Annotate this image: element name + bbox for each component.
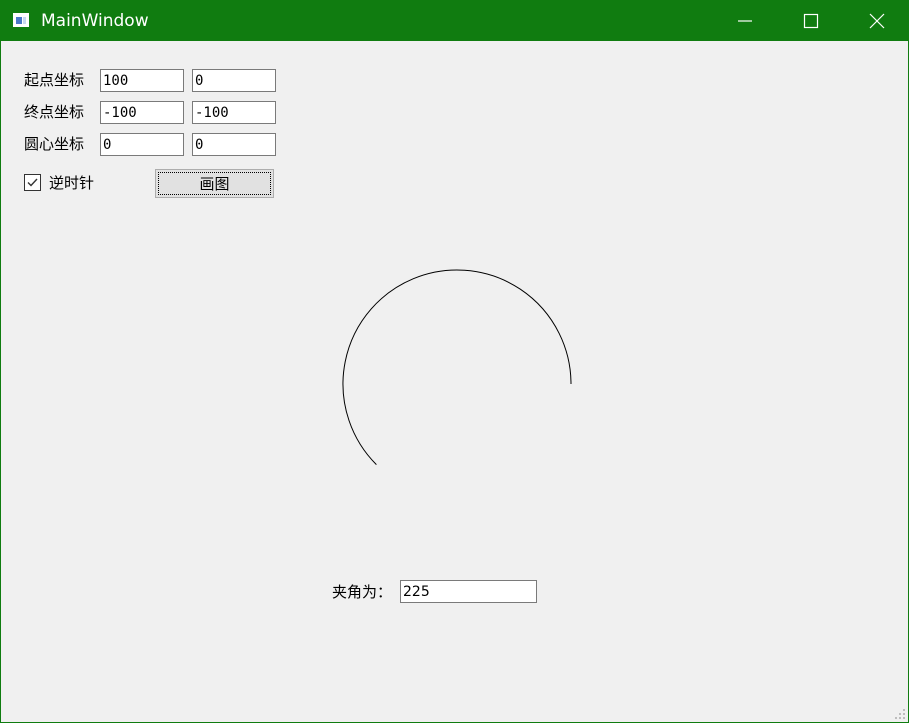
main-window: MainWindow 起点坐标 终点坐标 圆心坐标 [0,0,909,723]
drawing-canvas [342,269,572,465]
angle-value-field[interactable] [400,580,537,603]
angle-label: 夹角为： [332,583,393,601]
maximize-button[interactable] [778,1,844,41]
minimize-icon [738,20,752,22]
minimize-button[interactable] [712,1,778,41]
window-title: MainWindow [41,11,149,31]
close-button[interactable] [844,1,909,41]
maximize-icon [803,13,819,29]
resize-grip-icon[interactable] [894,708,906,720]
close-icon [869,13,885,29]
title-bar[interactable]: MainWindow [1,1,908,41]
drawn-arc [342,269,572,465]
app-window-icon [13,13,29,27]
